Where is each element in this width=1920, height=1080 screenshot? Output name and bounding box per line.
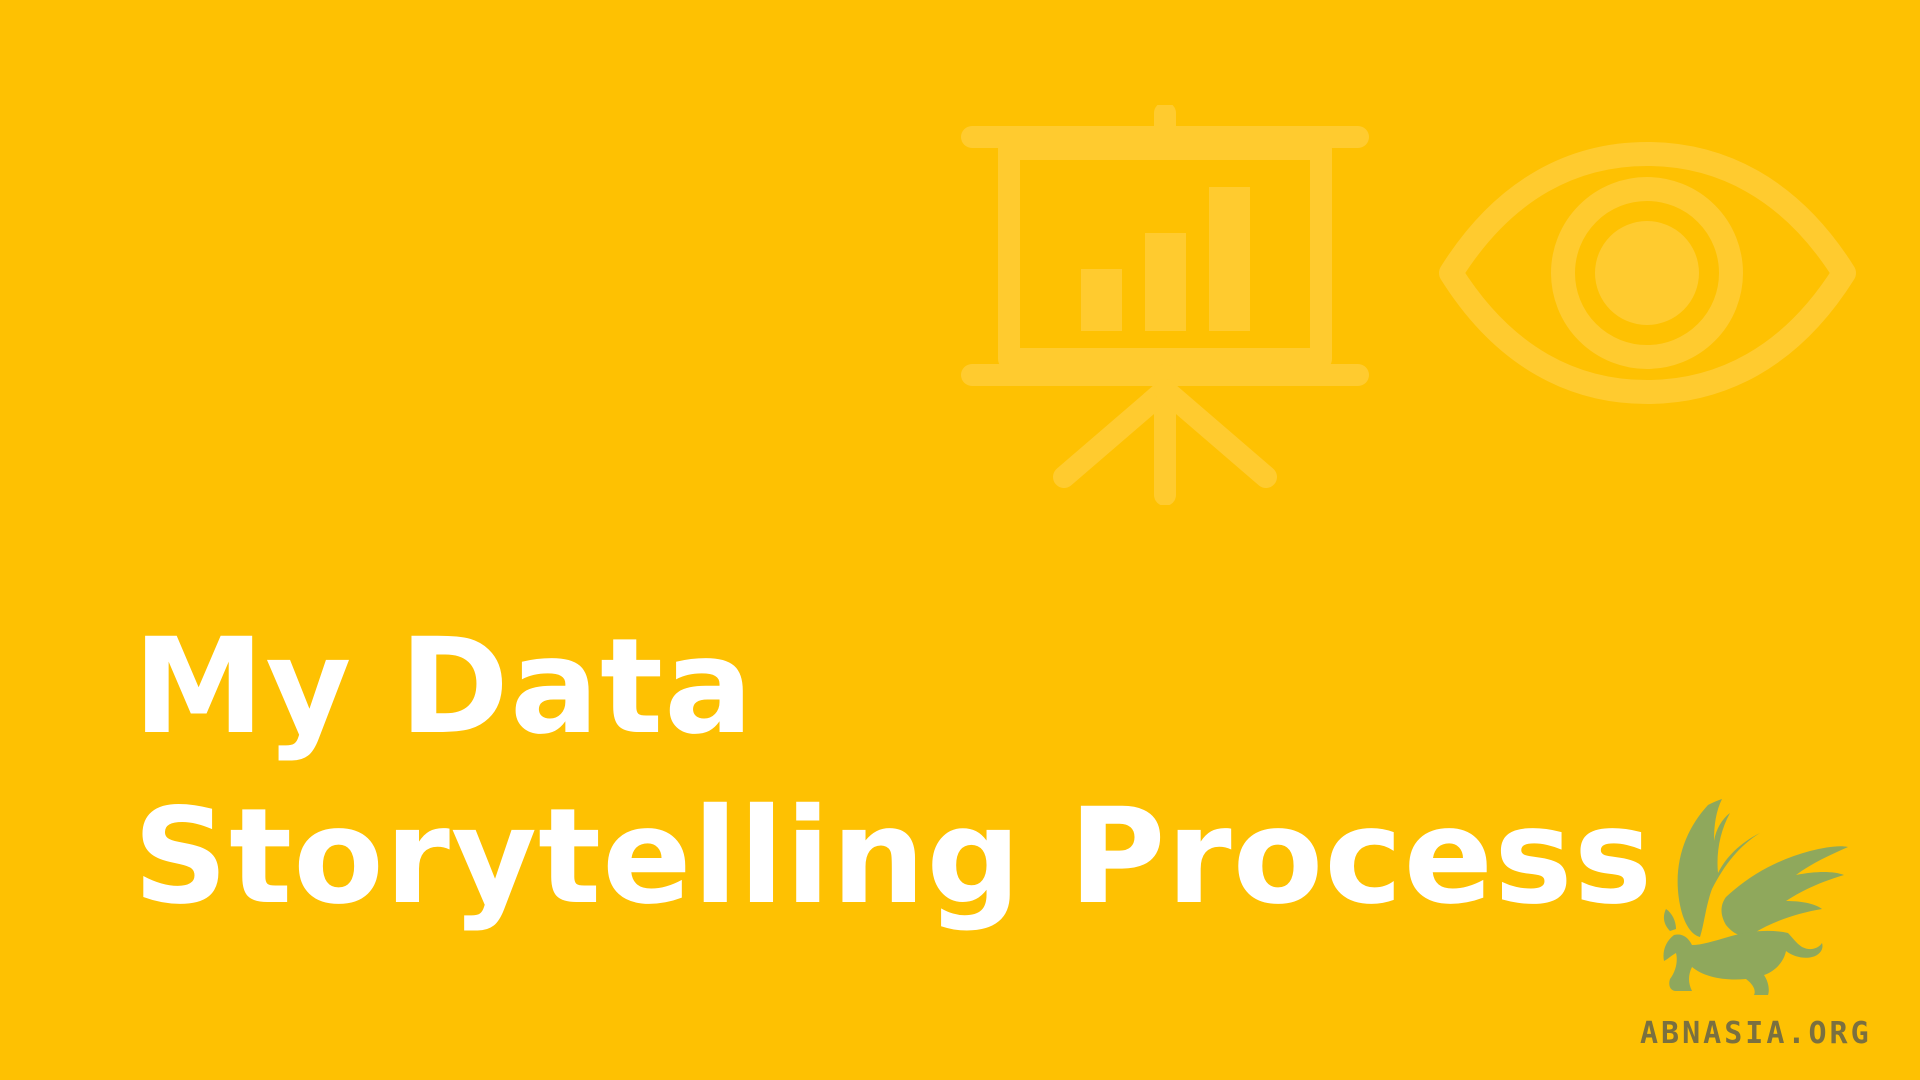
watermark-text: ABNASIA.ORG bbox=[1640, 1016, 1872, 1051]
title-line-2: Storytelling Process bbox=[133, 780, 1654, 934]
title-line-1: My Data bbox=[133, 610, 755, 764]
griffin-logo bbox=[1663, 799, 1848, 995]
presentation-board-icon bbox=[961, 105, 1369, 505]
page-title: My Data Storytelling Process bbox=[133, 602, 1653, 942]
slide-canvas: My Data Storytelling Process ABNASIA.ORG bbox=[0, 0, 1920, 1080]
eye-icon bbox=[1439, 142, 1856, 404]
